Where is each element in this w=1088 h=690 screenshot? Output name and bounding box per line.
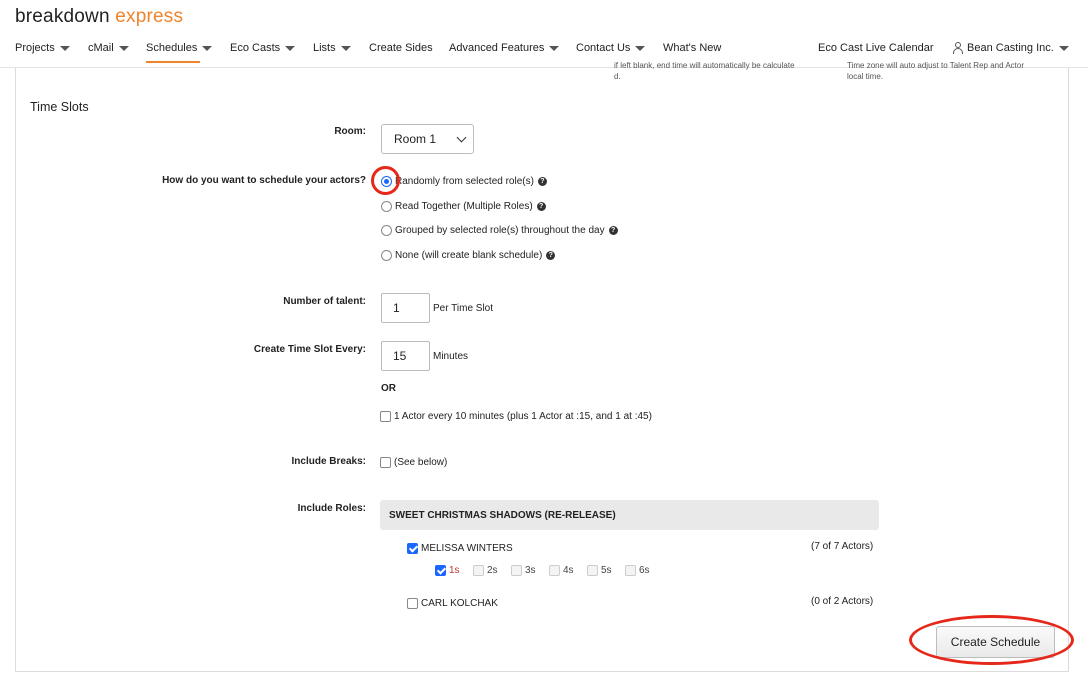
schedule-method-label: How do you want to schedule your actors? [162, 175, 366, 186]
side-option-2s[interactable]: 2s [473, 565, 498, 576]
nav-lists[interactable]: Lists [313, 42, 351, 54]
checkbox[interactable] [380, 457, 391, 468]
role-carl-kolchak[interactable]: CARL KOLCHAK [407, 598, 498, 609]
caret-down-icon [118, 46, 129, 51]
end-time-hint: if left blank, end time will automatical… [614, 61, 795, 81]
radio-option-read-together[interactable]: Read Together (Multiple Roles) ? [381, 201, 546, 212]
site-header: breakdown express Projects cMail Schedul… [0, 0, 1088, 68]
help-icon[interactable]: ? [608, 226, 618, 235]
nav-create-sides[interactable]: Create Sides [369, 42, 433, 54]
radio-button[interactable] [381, 225, 392, 236]
radio-option-random[interactable]: Randomly from selected role(s) ? [381, 176, 547, 187]
role-count-carl: (0 of 2 Actors) [811, 596, 874, 607]
help-icon[interactable]: ? [537, 177, 547, 186]
radio-option-grouped[interactable]: Grouped by selected role(s) throughout t… [381, 225, 618, 236]
talent-count-input[interactable]: 1 [381, 293, 430, 323]
nav-whats-new[interactable]: What's New [663, 42, 721, 54]
caret-down-icon [635, 46, 646, 51]
nav-eco-cast-live-calendar[interactable]: Eco Cast Live Calendar [818, 42, 934, 54]
radio-button[interactable] [381, 176, 392, 187]
checkbox[interactable] [511, 565, 522, 576]
project-header: SWEET CHRISTMAS SHADOWS (RE-RELEASE) [380, 500, 879, 530]
checkbox[interactable] [473, 565, 484, 576]
side-option-3s[interactable]: 3s [511, 565, 536, 576]
caret-down-icon [59, 46, 70, 51]
side-option-5s[interactable]: 5s [587, 565, 612, 576]
checkbox[interactable] [625, 565, 636, 576]
checkbox[interactable] [407, 543, 418, 554]
alt-slot-option[interactable]: 1 Actor every 10 minutes (plus 1 Actor a… [380, 411, 652, 422]
user-icon [952, 42, 964, 54]
caret-down-icon [340, 46, 351, 51]
role-melissa-winters[interactable]: MELISSA WINTERS [407, 543, 513, 554]
checkbox[interactable] [549, 565, 560, 576]
roles-label: Include Roles: [297, 503, 366, 514]
room-select-value: Room 1 [394, 132, 437, 146]
time-slot-input[interactable]: 15 [381, 341, 430, 371]
nav-schedules[interactable]: Schedules [146, 42, 213, 63]
time-slot-label: Create Time Slot Every: [253, 344, 366, 355]
checkbox[interactable] [435, 565, 446, 576]
side-option-4s[interactable]: 4s [549, 565, 574, 576]
radio-button[interactable] [381, 250, 392, 261]
side-option-6s[interactable]: 6s [625, 565, 650, 576]
caret-down-icon [549, 46, 560, 51]
nav-cmail[interactable]: cMail [88, 42, 129, 54]
nav-projects[interactable]: Projects [15, 42, 70, 54]
talent-label: Number of talent: [283, 296, 366, 307]
room-select[interactable]: Room 1 [381, 124, 474, 154]
include-breaks-option[interactable]: (See below) [380, 457, 447, 468]
section-title-time-slots: Time Slots [30, 100, 89, 114]
logo-text-primary: breakdown [15, 6, 110, 27]
role-count-melissa: (7 of 7 Actors) [811, 541, 874, 552]
checkbox[interactable] [407, 598, 418, 609]
nav-contact-us[interactable]: Contact Us [576, 42, 646, 54]
or-divider: OR [381, 383, 396, 394]
breakdown-express-logo[interactable]: breakdown express [15, 6, 183, 28]
timezone-hint: Time zone will auto adjust to Talent Rep… [847, 61, 1024, 81]
checkbox[interactable] [587, 565, 598, 576]
nav-account-menu[interactable]: Bean Casting Inc. [952, 42, 1069, 54]
caret-down-icon [285, 46, 296, 51]
help-icon[interactable]: ? [546, 251, 556, 260]
schedule-form-panel: if left blank, end time will automatical… [15, 61, 1069, 672]
nav-eco-casts[interactable]: Eco Casts [230, 42, 296, 54]
caret-down-icon [202, 46, 213, 51]
room-label: Room: [334, 126, 366, 137]
talent-suffix: Per Time Slot [433, 303, 494, 314]
help-icon[interactable]: ? [536, 202, 546, 211]
nav-advanced-features[interactable]: Advanced Features [449, 42, 560, 54]
create-schedule-button[interactable]: Create Schedule [936, 626, 1055, 658]
radio-option-none[interactable]: None (will create blank schedule) ? [381, 250, 556, 261]
radio-button[interactable] [381, 201, 392, 212]
breaks-label: Include Breaks: [291, 456, 366, 467]
logo-text-accent: express [115, 6, 184, 27]
time-slot-suffix: Minutes [433, 351, 469, 362]
chevron-down-icon [456, 132, 467, 143]
caret-down-icon [1058, 46, 1069, 51]
checkbox[interactable] [380, 411, 391, 422]
side-option-1s[interactable]: 1s [435, 565, 460, 576]
